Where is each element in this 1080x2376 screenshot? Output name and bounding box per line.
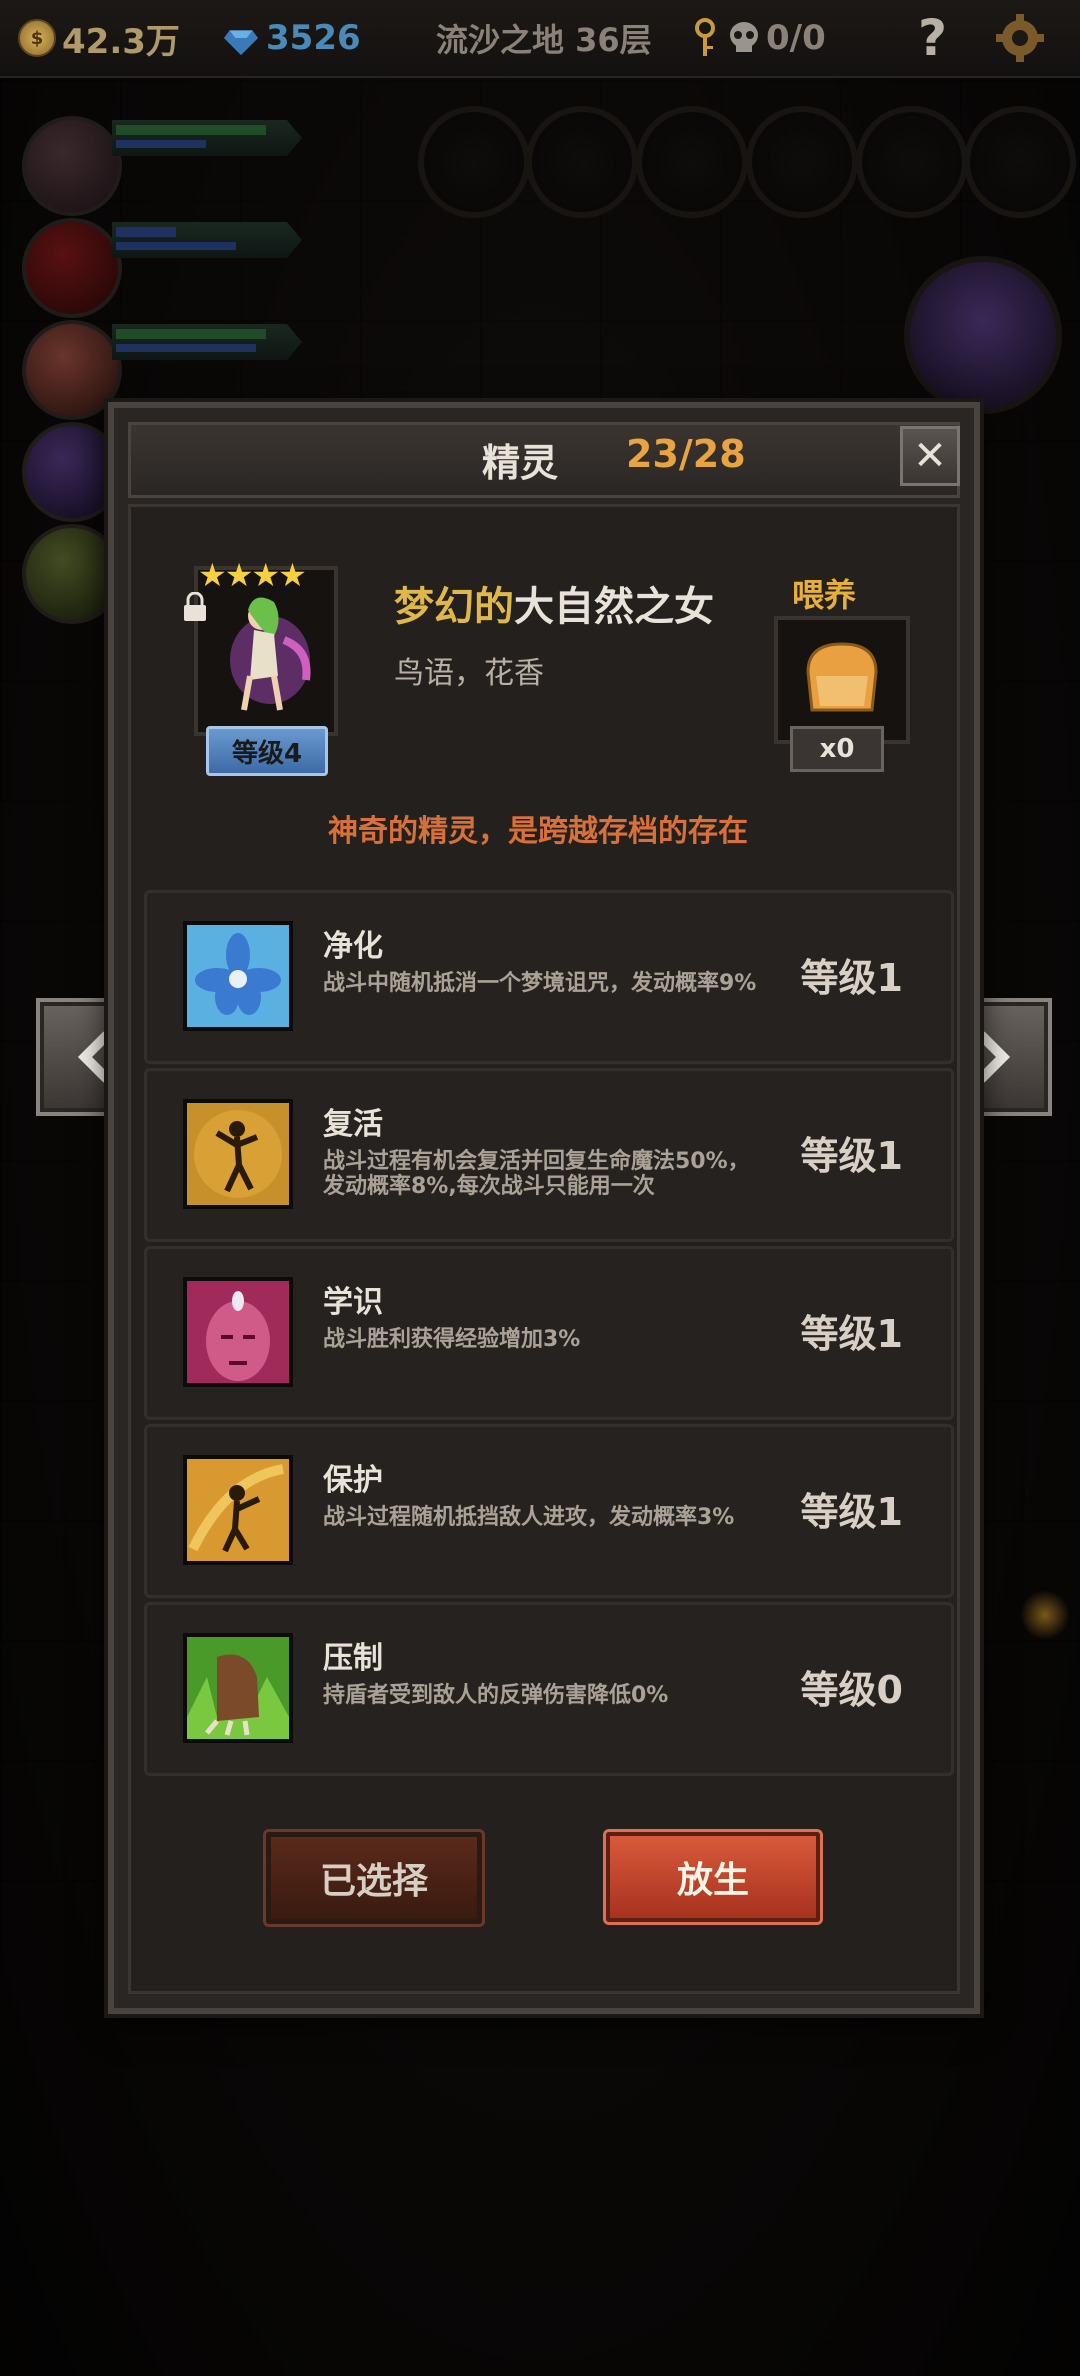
- lock-icon[interactable]: [182, 592, 208, 622]
- spirit-subtitle: 鸟语，花香: [394, 656, 544, 691]
- selected-button[interactable]: 已选择: [266, 1832, 482, 1924]
- spirit-name: 梦幻的大自然之女: [394, 574, 714, 632]
- kill-counter: 0/0: [690, 0, 826, 76]
- spirit-portrait: [230, 597, 311, 711]
- skill-description: 持盾者受到敌人的反弹伤害降低0%: [323, 1683, 669, 1708]
- star-rating: ★★★★: [198, 556, 307, 594]
- settings-button[interactable]: [994, 0, 1046, 76]
- skill-description: 战斗胜利获得经验增加3%: [323, 1327, 581, 1352]
- skill-description: 战斗过程有机会复活并回复生命魔法50%，发动概率8%,每次战斗只能用一次: [323, 1149, 750, 1199]
- skill-description: 战斗中随机抵消一个梦境诅咒，发动概率9%: [323, 971, 757, 996]
- skill-row[interactable]: 学识 战斗胜利获得经验增加3% 等级1: [144, 1246, 954, 1420]
- gem-display: 3526: [222, 0, 361, 76]
- skill-row[interactable]: 保护 战斗过程随机抵挡敌人进攻，发动概率3% 等级1: [144, 1424, 954, 1598]
- spirit-info: ★★★★ 等级4 梦幻的大自然之女 鸟语，花香 喂养 x0 神奇的精灵，是跨越存…: [144, 516, 932, 874]
- close-icon: ✕: [913, 433, 947, 479]
- skill-row[interactable]: 复活 战斗过程有机会复活并回复生命魔法50%，发动概率8%,每次战斗只能用一次 …: [144, 1068, 954, 1242]
- feed-label: 喂养: [792, 576, 857, 614]
- release-button[interactable]: 放生: [606, 1832, 820, 1922]
- kill-count: 0/0: [766, 18, 826, 58]
- skill-name: 压制: [323, 1641, 383, 1676]
- skill-level: 等级1: [800, 1312, 903, 1356]
- gold-coin-icon: $: [18, 19, 56, 57]
- spirit-name-prefix: 梦幻的: [394, 584, 514, 630]
- bread-icon: [806, 642, 878, 712]
- skill-description: 战斗过程随机抵挡敌人进攻，发动概率3%: [323, 1505, 735, 1530]
- gear-icon: [996, 14, 1044, 62]
- protect-fairy-icon: [183, 1455, 293, 1565]
- spirit-description: 神奇的精灵，是跨越存档的存在: [328, 814, 748, 849]
- blue-flower-icon: [183, 921, 293, 1031]
- feed-item-slot[interactable]: [774, 616, 910, 744]
- skill-name: 保护: [323, 1463, 383, 1498]
- feed-count: x0: [790, 726, 884, 772]
- skill-level: 等级0: [800, 1668, 903, 1712]
- skill-level: 等级1: [800, 1134, 903, 1178]
- gem-amount: 3526: [266, 18, 361, 58]
- spirit-count: 23/28: [626, 432, 746, 476]
- spirit-level-badge: 等级4: [206, 726, 328, 776]
- status-bar: $ 42.3万 3526 流沙之地 36层 0/0 ?: [0, 0, 1080, 78]
- revive-figure-icon: [183, 1099, 293, 1209]
- gold-amount: 42.3万: [62, 21, 180, 62]
- skull-icon: [730, 22, 758, 52]
- location-label: 流沙之地 36层: [436, 21, 652, 59]
- spirit-name-main: 大自然之女: [514, 584, 714, 630]
- diamond-icon: [223, 30, 259, 56]
- sage-face-icon: [183, 1277, 293, 1387]
- key-icon: [695, 18, 715, 56]
- skill-level: 等级1: [800, 1490, 903, 1534]
- skill-name: 复活: [323, 1107, 383, 1142]
- beast-claw-icon: [183, 1633, 293, 1743]
- skill-name: 净化: [323, 929, 383, 964]
- skill-name: 学识: [323, 1285, 383, 1320]
- skill-row[interactable]: 压制 持盾者受到敌人的反弹伤害降低0% 等级0: [144, 1602, 954, 1776]
- spirit-dialog: 精灵 23/28 ✕ ★★★★ 等级4 梦幻的大自然之女 鸟语，花香 喂养 x0…: [108, 402, 980, 2014]
- skill-level: 等级1: [800, 956, 903, 1000]
- skill-row[interactable]: 净化 战斗中随机抵消一个梦境诅咒，发动概率9% 等级1: [144, 890, 954, 1064]
- gold-display: $ 42.3万: [18, 0, 180, 76]
- close-button[interactable]: ✕: [900, 426, 960, 486]
- dialog-title: 精灵: [482, 441, 559, 485]
- help-icon[interactable]: ?: [918, 0, 947, 76]
